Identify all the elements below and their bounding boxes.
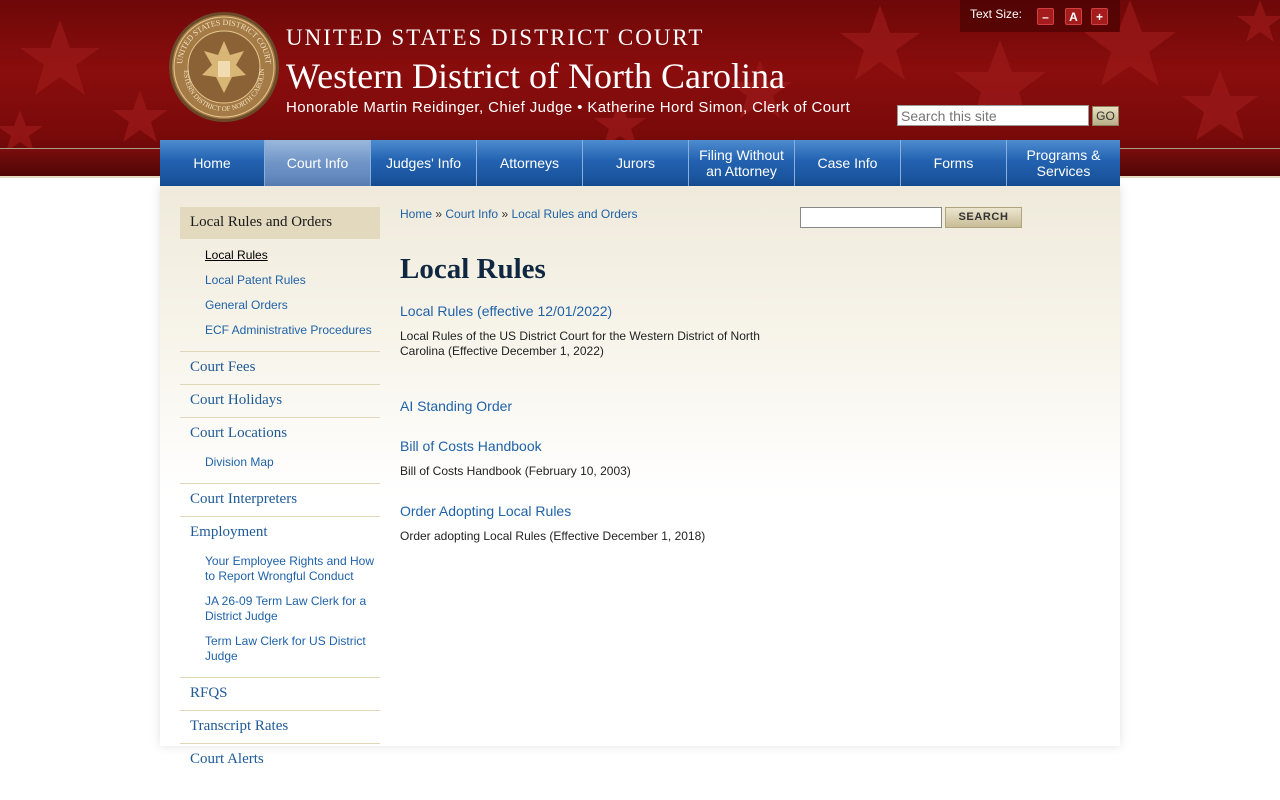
doc-description: Bill of Costs Handbook (February 10, 200… bbox=[400, 464, 631, 478]
nav-attorneys[interactable]: Attorneys bbox=[477, 140, 583, 186]
nav-filing-without-attorney[interactable]: Filing Without an Attorney bbox=[689, 140, 795, 186]
sidebar-sublist: Your Employee Rights and How to Report W… bbox=[180, 549, 380, 677]
nav-judges-info[interactable]: Judges' Info bbox=[371, 140, 477, 186]
nav-case-info[interactable]: Case Info bbox=[795, 140, 901, 186]
doc-description: Order adopting Local Rules (Effective De… bbox=[400, 529, 706, 543]
doc-link-local-rules[interactable]: Local Rules (effective 12/01/2022) bbox=[400, 303, 612, 319]
site-search-input[interactable] bbox=[897, 105, 1089, 126]
sidebar-sub-term-law-clerk[interactable]: Term Law Clerk for US District Judge bbox=[205, 629, 380, 669]
page-search-button[interactable]: SEARCH bbox=[945, 207, 1022, 228]
breadcrumb: Home » Court Info » Local Rules and Orde… bbox=[400, 207, 638, 221]
page-title: Local Rules bbox=[400, 253, 546, 285]
sidebar: Local Rules and Orders Local Rules Local… bbox=[180, 207, 380, 776]
sidebar-sub-division-map[interactable]: Division Map bbox=[205, 450, 380, 475]
sidebar-sub-local-rules[interactable]: Local Rules bbox=[205, 243, 380, 268]
text-size-label: Text Size: bbox=[970, 7, 1023, 21]
nav-jurors[interactable]: Jurors bbox=[583, 140, 689, 186]
nav-forms[interactable]: Forms bbox=[901, 140, 1007, 186]
doc-link-ai-standing-order[interactable]: AI Standing Order bbox=[400, 398, 512, 414]
text-size-increase-button[interactable]: + bbox=[1091, 8, 1108, 25]
sidebar-sublist: Division Map bbox=[180, 450, 380, 483]
sidebar-item-court-alerts[interactable]: Court Alerts bbox=[180, 743, 380, 776]
breadcrumb-separator: » bbox=[435, 207, 443, 221]
sidebar-sub-ecf-procedures[interactable]: ECF Administrative Procedures bbox=[205, 318, 380, 343]
doc-link-order-adopting[interactable]: Order Adopting Local Rules bbox=[400, 503, 571, 519]
nav-home[interactable]: Home bbox=[160, 140, 265, 186]
main-nav: Home Court Info Judges' Info Attorneys J… bbox=[160, 140, 1120, 186]
nav-programs-services[interactable]: Programs & Services bbox=[1007, 140, 1120, 186]
sidebar-sublist: Local Rules Local Patent Rules General O… bbox=[180, 239, 380, 351]
sidebar-item-court-holidays[interactable]: Court Holidays bbox=[180, 384, 380, 417]
sidebar-item-court-fees[interactable]: Court Fees bbox=[180, 351, 380, 384]
doc-description: Local Rules of the US District Court for… bbox=[400, 329, 760, 358]
sidebar-sub-local-patent-rules[interactable]: Local Patent Rules bbox=[205, 268, 380, 293]
sidebar-item-court-locations[interactable]: Court Locations bbox=[180, 417, 380, 450]
page-search-input[interactable] bbox=[800, 207, 942, 228]
sidebar-sub-ja-26-09[interactable]: JA 26-09 Term Law Clerk for a District J… bbox=[205, 589, 380, 629]
district-title[interactable]: Western District of North Carolina bbox=[286, 55, 785, 97]
sidebar-item-court-interpreters[interactable]: Court Interpreters bbox=[180, 483, 380, 516]
text-size-decrease-button[interactable]: – bbox=[1037, 8, 1054, 25]
nav-court-info[interactable]: Court Info bbox=[265, 140, 371, 186]
breadcrumb-current[interactable]: Local Rules and Orders bbox=[511, 207, 637, 221]
text-size-reset-button[interactable]: A bbox=[1065, 8, 1082, 25]
text-size-control: Text Size: – A + bbox=[960, 0, 1120, 32]
sidebar-item-transcript-rates[interactable]: Transcript Rates bbox=[180, 710, 380, 743]
breadcrumb-separator: » bbox=[501, 207, 509, 221]
court-line: UNITED STATES DISTRICT COURT bbox=[286, 25, 705, 50]
breadcrumb-court-info[interactable]: Court Info bbox=[445, 207, 498, 221]
sidebar-sub-employee-rights[interactable]: Your Employee Rights and How to Report W… bbox=[205, 549, 380, 589]
sidebar-heading[interactable]: Local Rules and Orders bbox=[180, 207, 380, 239]
sidebar-sub-general-orders[interactable]: General Orders bbox=[205, 293, 380, 318]
sidebar-item-employment[interactable]: Employment bbox=[180, 516, 380, 549]
court-seal-logo: UNITED STATES DISTRICT COURT WESTERN DIS… bbox=[168, 11, 279, 122]
doc-link-bill-of-costs[interactable]: Bill of Costs Handbook bbox=[400, 438, 542, 454]
sidebar-item-rfqs[interactable]: RFQS bbox=[180, 677, 380, 710]
breadcrumb-home[interactable]: Home bbox=[400, 207, 432, 221]
site-search-go-button[interactable]: GO bbox=[1092, 106, 1119, 126]
officials-line: Honorable Martin Reidinger, Chief Judge … bbox=[286, 99, 851, 116]
